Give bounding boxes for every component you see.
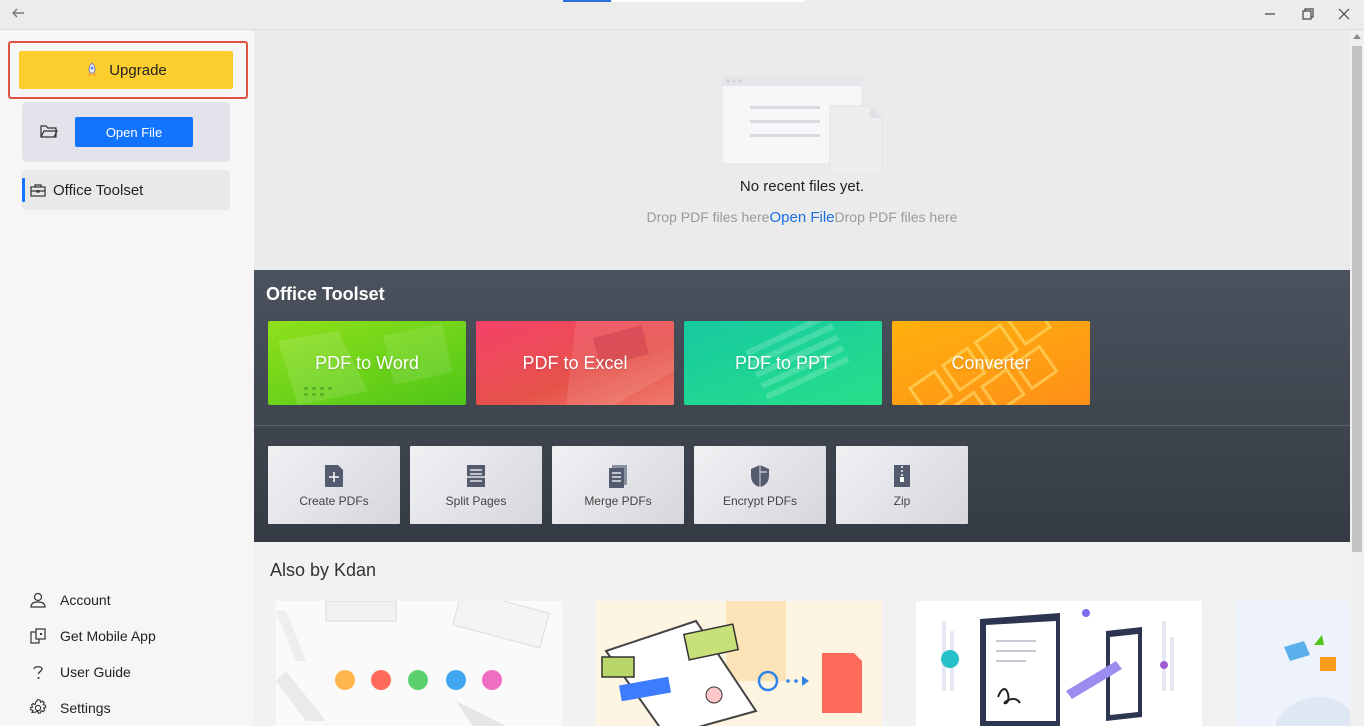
kdan-app-illustration-2 (596, 601, 882, 726)
split-pages-icon (467, 465, 485, 487)
kdan-app-card-2[interactable] (596, 601, 882, 726)
pdf-to-excel-tile[interactable]: PDF to Excel (476, 321, 674, 405)
no-recent-files-text: No recent files yet. (739, 178, 865, 195)
split-pages-label: Split Pages (445, 494, 507, 508)
kdan-app-illustration-4 (1236, 601, 1350, 726)
empty-document-illustration (722, 76, 883, 174)
restore-button[interactable] (1298, 6, 1318, 24)
question-icon (28, 662, 48, 682)
back-arrow-icon[interactable] (10, 5, 28, 23)
main-content: No recent files yet. Drop PDF files here… (254, 30, 1350, 726)
kdan-app-card-1[interactable] (276, 601, 562, 726)
close-button[interactable] (1334, 6, 1354, 24)
sidebar-bottom-links: Account Get Mobile App User Guide Settin… (28, 582, 238, 726)
sidebar-item-label: Office Toolset (53, 181, 144, 199)
drop-hint-left: Drop PDF files here (646, 209, 770, 225)
sidebar-item-user-guide[interactable]: User Guide (28, 654, 238, 690)
encrypt-pdfs-label: Encrypt PDFs (722, 494, 797, 508)
scrollbar-thumb[interactable] (1352, 46, 1362, 552)
zip-tile[interactable]: Zip (836, 446, 968, 524)
open-file-button[interactable]: Open File (75, 117, 193, 147)
get-mobile-app-label: Get Mobile App (60, 628, 156, 644)
sidebar-item-get-mobile-app[interactable]: Get Mobile App (28, 618, 238, 654)
pdf-to-ppt-tile[interactable]: PDF to PPT (684, 321, 882, 405)
pdf-to-ppt-label: PDF to PPT (734, 352, 832, 373)
merge-pdfs-label: Merge PDFs (584, 494, 652, 508)
zip-label: Zip (893, 494, 911, 508)
active-tab-indicator (563, 0, 611, 2)
scroll-up-arrow-icon[interactable] (1353, 34, 1361, 39)
also-by-kdan-section: Also by Kdan (254, 542, 1350, 726)
folder-icon (40, 125, 58, 138)
kdan-app-illustration-1 (276, 601, 562, 726)
recent-files-area[interactable]: No recent files yet. Drop PDF files here… (254, 30, 1350, 270)
converter-label: Converter (951, 352, 1031, 373)
toolset-divider (254, 425, 1350, 426)
minimize-button[interactable] (1260, 6, 1280, 24)
split-pages-tile[interactable]: Split Pages (410, 446, 542, 524)
sidebar-item-account[interactable]: Account (28, 582, 238, 618)
rocket-icon (88, 62, 97, 76)
encrypt-pdfs-tile[interactable]: Encrypt PDFs (694, 446, 826, 524)
shield-icon (751, 465, 769, 487)
open-file-card: Open File (22, 102, 230, 162)
toolbox-icon (30, 184, 46, 197)
merge-pdfs-icon (609, 465, 627, 488)
active-indicator (22, 178, 25, 202)
kdan-app-illustration-3 (916, 601, 1202, 726)
kdan-app-card-3[interactable] (916, 601, 1202, 726)
sidebar: Upgrade Open File Office Toolset Account (0, 30, 254, 726)
user-icon (28, 590, 48, 610)
account-label: Account (60, 592, 111, 608)
kdan-app-card-4[interactable] (1236, 601, 1350, 726)
upgrade-label: Upgrade (109, 61, 167, 79)
drop-hint-right: Drop PDF files here (834, 209, 958, 225)
pdf-to-word-tile[interactable]: PDF to Word (268, 321, 466, 405)
pdf-to-word-label: PDF to Word (315, 352, 419, 373)
tab-strip (612, 0, 804, 2)
upgrade-button[interactable]: Upgrade (19, 51, 233, 89)
settings-label: Settings (60, 700, 111, 716)
toolset-title: Office Toolset (266, 284, 385, 304)
pdf-to-excel-label: PDF to Excel (522, 352, 628, 373)
create-pdf-icon (325, 465, 343, 487)
office-toolset-panel: Office Toolset PDF to Word PDF to Excel (254, 270, 1350, 542)
converter-tile[interactable]: Converter (892, 321, 1090, 405)
drop-hint: Drop PDF files hereOpen FileDrop PDF fil… (254, 209, 1350, 226)
user-guide-label: User Guide (60, 664, 131, 680)
create-pdfs-label: Create PDFs (299, 494, 369, 508)
mobile-icon (28, 626, 48, 646)
title-bar (0, 0, 1364, 30)
zip-icon (894, 465, 910, 487)
scrollbar[interactable] (1350, 30, 1364, 726)
gear-icon (28, 698, 48, 718)
open-file-link[interactable]: Open File (769, 209, 834, 226)
upgrade-highlight-frame: Upgrade (8, 41, 248, 99)
merge-pdfs-tile[interactable]: Merge PDFs (552, 446, 684, 524)
sidebar-item-office-toolset[interactable]: Office Toolset (22, 170, 230, 210)
create-pdfs-tile[interactable]: Create PDFs (268, 446, 400, 524)
sidebar-item-settings[interactable]: Settings (28, 690, 238, 726)
also-by-kdan-title: Also by Kdan (270, 560, 377, 580)
